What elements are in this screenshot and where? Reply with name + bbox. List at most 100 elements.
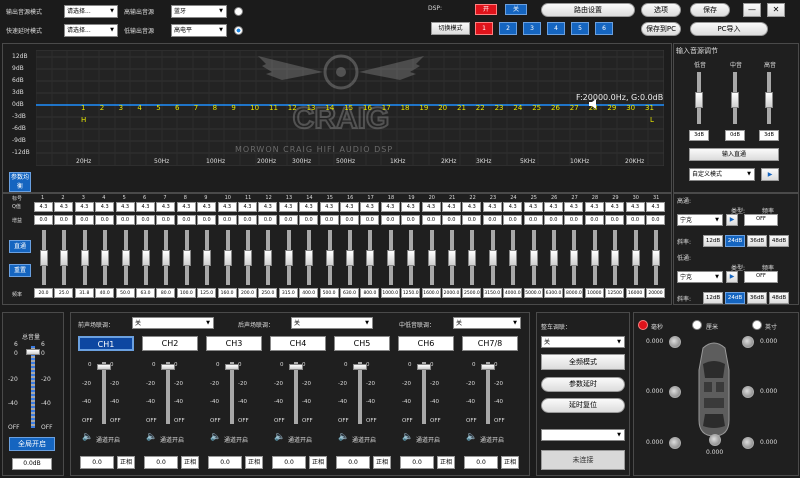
band-slider-thumb[interactable] bbox=[631, 250, 640, 266]
band-freq-value[interactable]: 4000.0 bbox=[503, 288, 523, 298]
band-gain-value[interactable]: 0.0 bbox=[319, 215, 339, 225]
channel-tab-ch1[interactable]: CH1 bbox=[78, 336, 134, 351]
band-gain-value[interactable]: 0.0 bbox=[421, 215, 441, 225]
bass-slider-thumb[interactable] bbox=[695, 92, 703, 108]
lpf-type-select[interactable]: 宁克 ▼ bbox=[677, 271, 723, 283]
channel-value[interactable]: 0.0 bbox=[400, 456, 434, 469]
dsp-off-button[interactable]: 关 bbox=[505, 4, 527, 15]
band-gain-value[interactable]: 0.0 bbox=[523, 215, 543, 225]
band-q-value[interactable]: 4.3 bbox=[625, 202, 645, 212]
speaker-icon[interactable]: 🔈 bbox=[274, 432, 285, 442]
speaker-icon[interactable]: 🔈 bbox=[466, 432, 477, 442]
band-gain-value[interactable]: 0.0 bbox=[442, 215, 461, 225]
channel-slider-thumb[interactable] bbox=[289, 364, 303, 370]
band-gain-value[interactable]: 0.0 bbox=[380, 215, 400, 225]
band-slider-thumb[interactable] bbox=[284, 250, 293, 266]
band-gain-value[interactable]: 0.0 bbox=[482, 215, 502, 225]
bass-value[interactable]: 3dB bbox=[689, 130, 709, 141]
lpf-slope-48dB[interactable]: 48dB bbox=[769, 292, 789, 304]
band-gain-value[interactable]: 0.0 bbox=[115, 215, 135, 225]
channel-slider-thumb[interactable] bbox=[97, 364, 111, 370]
reset-button[interactable]: 重置 bbox=[9, 264, 31, 277]
band-gain-value[interactable]: 0.0 bbox=[299, 215, 319, 225]
band-gain-value[interactable]: 0.0 bbox=[503, 215, 523, 225]
band-freq-value[interactable]: 315.0 bbox=[278, 288, 298, 298]
band-freq-value[interactable]: 16000 bbox=[625, 288, 645, 298]
band-slider-thumb[interactable] bbox=[407, 250, 416, 266]
band-q-value[interactable]: 4.3 bbox=[136, 202, 155, 212]
band-slider-thumb[interactable] bbox=[448, 250, 456, 266]
band-q-value[interactable]: 4.3 bbox=[442, 202, 461, 212]
switch-mode-button[interactable]: 切换模式 bbox=[431, 22, 470, 35]
channel-slider-thumb[interactable] bbox=[225, 364, 239, 370]
channel-phase-button[interactable]: 正相 bbox=[309, 456, 327, 469]
band-freq-value[interactable]: 12500 bbox=[605, 288, 625, 298]
quick-delay-select[interactable]: 请选择... ▼ bbox=[64, 24, 118, 37]
band-freq-value[interactable]: 200.0 bbox=[238, 288, 257, 298]
mode-button-4[interactable]: 4 bbox=[547, 22, 565, 35]
band-freq-value[interactable]: 125.0 bbox=[197, 288, 217, 298]
delay-knob[interactable] bbox=[742, 437, 754, 449]
hi-level-select[interactable]: 蓝牙 ▼ bbox=[171, 5, 227, 18]
mid-value[interactable]: 0dB bbox=[725, 130, 745, 141]
band-gain-value[interactable]: 0.0 bbox=[625, 215, 645, 225]
delay-knob[interactable] bbox=[669, 336, 681, 348]
car-link-select[interactable]: 关 ▼ bbox=[541, 336, 625, 348]
band-q-value[interactable]: 4.3 bbox=[319, 202, 339, 212]
band-slider-thumb[interactable] bbox=[142, 250, 150, 266]
band-gain-value[interactable]: 0.0 bbox=[605, 215, 625, 225]
band-freq-value[interactable]: 250.0 bbox=[258, 288, 278, 298]
band-q-value[interactable]: 4.3 bbox=[299, 202, 319, 212]
band-q-value[interactable]: 4.3 bbox=[156, 202, 176, 212]
channel-slider-thumb[interactable] bbox=[161, 364, 175, 370]
band-freq-value[interactable]: 63.0 bbox=[136, 288, 155, 298]
bypass-button[interactable]: 直通 bbox=[9, 240, 31, 253]
channel-slider-thumb[interactable] bbox=[481, 364, 495, 370]
band-q-value[interactable]: 4.3 bbox=[421, 202, 441, 212]
band-gain-value[interactable]: 0.0 bbox=[34, 215, 53, 225]
band-gain-value[interactable]: 0.0 bbox=[278, 215, 298, 225]
band-q-value[interactable]: 4.3 bbox=[401, 202, 421, 212]
band-q-value[interactable]: 4.3 bbox=[605, 202, 625, 212]
band-gain-value[interactable]: 0.0 bbox=[238, 215, 257, 225]
band-freq-value[interactable]: 1250.0 bbox=[401, 288, 421, 298]
hpf-slope-12dB[interactable]: 12dB bbox=[703, 235, 723, 247]
channel-phase-button[interactable]: 正相 bbox=[437, 456, 455, 469]
band-slider-thumb[interactable] bbox=[509, 250, 518, 266]
band-gain-value[interactable]: 0.0 bbox=[197, 215, 217, 225]
band-freq-value[interactable]: 40.0 bbox=[95, 288, 115, 298]
band-q-value[interactable]: 4.3 bbox=[564, 202, 584, 212]
band-slider-thumb[interactable] bbox=[611, 250, 620, 266]
channel-value[interactable]: 0.0 bbox=[272, 456, 306, 469]
channel-phase-button[interactable]: 正相 bbox=[373, 456, 391, 469]
band-q-value[interactable]: 4.3 bbox=[258, 202, 278, 212]
band-freq-value[interactable]: 800.0 bbox=[360, 288, 380, 298]
band-q-value[interactable]: 4.3 bbox=[34, 202, 53, 212]
band-freq-value[interactable]: 8000.0 bbox=[564, 288, 584, 298]
band-q-value[interactable]: 4.3 bbox=[462, 202, 482, 212]
band-q-value[interactable]: 4.3 bbox=[646, 202, 665, 212]
band-freq-value[interactable]: 1600.0 bbox=[421, 288, 441, 298]
delay-knob[interactable] bbox=[669, 386, 681, 398]
band-freq-value[interactable]: 630.0 bbox=[340, 288, 359, 298]
channel-slider-track[interactable] bbox=[102, 362, 106, 424]
band-q-value[interactable]: 4.3 bbox=[54, 202, 74, 212]
band-slider-thumb[interactable] bbox=[590, 250, 599, 266]
band-q-value[interactable]: 4.3 bbox=[523, 202, 543, 212]
band-gain-value[interactable]: 0.0 bbox=[584, 215, 604, 225]
unit-cm-radio[interactable] bbox=[692, 320, 702, 330]
band-freq-value[interactable]: 25.0 bbox=[54, 288, 74, 298]
band-slider-thumb[interactable] bbox=[427, 250, 436, 266]
band-freq-value[interactable]: 80.0 bbox=[156, 288, 176, 298]
hpf-type-select[interactable]: 宁克 ▼ bbox=[677, 214, 723, 226]
speaker-icon[interactable]: 🔈 bbox=[210, 432, 221, 442]
band-q-value[interactable]: 4.3 bbox=[115, 202, 135, 212]
unit-ms-radio[interactable] bbox=[638, 320, 648, 330]
band-q-value[interactable]: 4.3 bbox=[238, 202, 257, 212]
mode-button-6[interactable]: 6 bbox=[595, 22, 613, 35]
channel-slider-track[interactable] bbox=[166, 362, 170, 424]
band-slider-thumb[interactable] bbox=[366, 250, 375, 266]
channel-value[interactable]: 0.0 bbox=[336, 456, 370, 469]
band-slider-thumb[interactable] bbox=[386, 250, 395, 266]
channel-slider-track[interactable] bbox=[486, 362, 490, 424]
